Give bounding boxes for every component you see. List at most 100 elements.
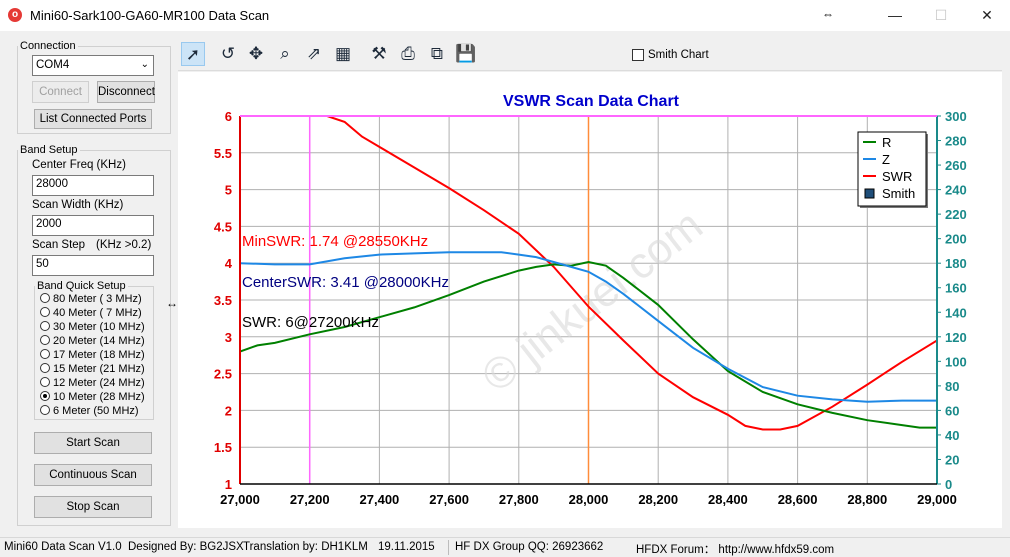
band-radio-option[interactable]: 80 Meter ( 3 MHz) (40, 293, 142, 307)
scan-width-label: Scan Width (KHz) (32, 199, 124, 211)
y-right-tick-label: 120 (945, 330, 967, 345)
disconnect-button[interactable]: Disconnect (97, 81, 155, 103)
radio-icon[interactable] (40, 349, 50, 359)
y-right-tick-label: 220 (945, 207, 967, 222)
chevron-down-icon: ⌄ (140, 59, 149, 70)
y-right-tick-label: 260 (945, 158, 967, 173)
y-right-tick-label: 80 (945, 379, 959, 394)
scan-width-input[interactable]: 2000 (32, 215, 154, 236)
radio-icon[interactable] (40, 405, 50, 415)
band-radio-label: 20 Meter (14 MHz) (53, 335, 145, 347)
status-translation: Translation by: DH1KLM (243, 541, 368, 553)
band-radio-option[interactable]: 10 Meter (28 MHz) (40, 391, 145, 405)
export-icon[interactable]: ⇗ (302, 42, 326, 66)
splitter-handle-icon[interactable]: ↔ (166, 296, 178, 310)
radio-icon[interactable] (40, 307, 50, 317)
print-icon[interactable]: ⎙ (396, 42, 420, 66)
y-left-tick-label: 6 (225, 109, 232, 124)
pointer-icon[interactable]: ➚ (181, 42, 205, 66)
y-left-tick-label: 2 (225, 403, 232, 418)
close-button[interactable]: ✕ (964, 0, 1010, 31)
stop-scan-button[interactable]: Stop Scan (34, 496, 152, 518)
com-port-select[interactable]: COM4 ⌄ (32, 55, 154, 76)
band-radio-label: 40 Meter ( 7 MHz) (53, 307, 142, 319)
y-left-tick-label: 5.5 (214, 146, 232, 161)
status-designer: Designed By: BG2JSX (128, 541, 244, 553)
continuous-scan-button[interactable]: Continuous Scan (34, 464, 152, 486)
y-right-tick-label: 0 (945, 477, 952, 492)
maximize-button[interactable]: ☐ (918, 0, 964, 31)
annotation-text: SWR: 6@27200KHz (242, 314, 379, 331)
rotate-icon[interactable]: ↺ (216, 42, 240, 66)
x-tick-label: 29,000 (917, 492, 957, 507)
table-icon[interactable]: ▦ (331, 42, 355, 66)
app-icon: o (8, 8, 22, 22)
legend-label: Z (882, 152, 890, 167)
status-divider (448, 540, 449, 555)
status-version: Mini60 Data Scan V1.0 (4, 541, 122, 553)
y-right-tick-label: 100 (945, 354, 967, 369)
y-left-tick-label: 4.5 (214, 219, 232, 234)
vswr-chart: VSWR Scan Data Chart © jinkuei.com 27,00… (178, 72, 1002, 528)
y-left-tick-label: 1 (225, 477, 232, 492)
band-radio-option[interactable]: 12 Meter (24 MHz) (40, 377, 145, 391)
connection-legend: Connection (20, 40, 76, 52)
y-right-tick-label: 180 (945, 256, 967, 271)
y-left-tick-label: 5 (225, 183, 232, 198)
band-radio-label: 10 Meter (28 MHz) (53, 391, 145, 403)
y-right-tick-label: 300 (945, 109, 967, 124)
band-radio-option[interactable]: 20 Meter (14 MHz) (40, 335, 145, 349)
radio-icon[interactable] (40, 293, 50, 303)
smith-chart-checkbox[interactable] (632, 49, 644, 61)
y-right-tick-label: 240 (945, 183, 967, 198)
smith-chart-label: Smith Chart (648, 49, 709, 61)
x-tick-label: 28,000 (569, 492, 609, 507)
y-left-tick-label: 4 (225, 256, 233, 271)
y-left-tick-label: 2.5 (214, 367, 232, 382)
radio-icon[interactable] (40, 321, 50, 331)
move-icon[interactable]: ✥ (244, 42, 268, 66)
radio-icon[interactable] (40, 377, 50, 387)
connect-button[interactable]: Connect (32, 81, 89, 103)
y-left-tick-label: 1.5 (214, 440, 232, 455)
y-right-tick-label: 160 (945, 281, 967, 296)
x-tick-label: 28,800 (847, 492, 887, 507)
band-radio-label: 15 Meter (21 MHz) (53, 363, 145, 375)
list-ports-button[interactable]: List Connected Ports (34, 109, 152, 129)
settings-icon[interactable]: ⚒ (367, 42, 391, 66)
com-port-value: COM4 (36, 59, 70, 71)
window-title: Mini60-Sark100-GA60-MR100 Data Scan (30, 8, 270, 23)
band-radio-option[interactable]: 15 Meter (21 MHz) (40, 363, 145, 377)
status-group: HF DX Group QQ: 26923662 (455, 541, 604, 553)
start-scan-button[interactable]: Start Scan (34, 432, 152, 454)
minimize-button[interactable]: — (872, 0, 918, 31)
zoom-icon[interactable]: ⌕ (273, 42, 297, 66)
band-radio-option[interactable]: 30 Meter (10 MHz) (40, 321, 145, 335)
band-radio-option[interactable]: 17 Meter (18 MHz) (40, 349, 145, 363)
save-icon[interactable]: 💾 (454, 42, 478, 66)
center-freq-input[interactable]: 28000 (32, 175, 154, 196)
band-radio-option[interactable]: 40 Meter ( 7 MHz) (40, 307, 142, 321)
radio-icon[interactable] (40, 363, 50, 373)
x-tick-label: 27,400 (360, 492, 400, 507)
x-tick-label: 27,000 (220, 492, 260, 507)
band-setup-legend: Band Setup (20, 144, 78, 156)
y-right-tick-label: 140 (945, 305, 967, 320)
band-radio-option[interactable]: 6 Meter (50 MHz) (40, 405, 139, 419)
legend-label: SWR (882, 169, 912, 184)
legend-swatch-box (864, 188, 875, 199)
band-quick-setup-legend: Band Quick Setup (37, 280, 126, 292)
band-radio-label: 80 Meter ( 3 MHz) (53, 293, 142, 305)
scan-step-input[interactable]: 50 (32, 255, 154, 276)
x-tick-label: 28,400 (708, 492, 748, 507)
y-left-tick-label: 3 (225, 330, 232, 345)
scan-step-label: Scan Step (32, 239, 86, 251)
band-radio-label: 12 Meter (24 MHz) (53, 377, 145, 389)
status-bar: Mini60 Data Scan V1.0 Designed By: BG2JS… (0, 537, 1010, 557)
radio-selected-icon[interactable] (40, 391, 50, 401)
copy-icon[interactable]: ⧉ (425, 42, 449, 66)
radio-icon[interactable] (40, 335, 50, 345)
band-radio-label: 17 Meter (18 MHz) (53, 349, 145, 361)
y-right-tick-label: 20 (945, 452, 959, 467)
y-left-tick-label: 3.5 (214, 293, 232, 308)
